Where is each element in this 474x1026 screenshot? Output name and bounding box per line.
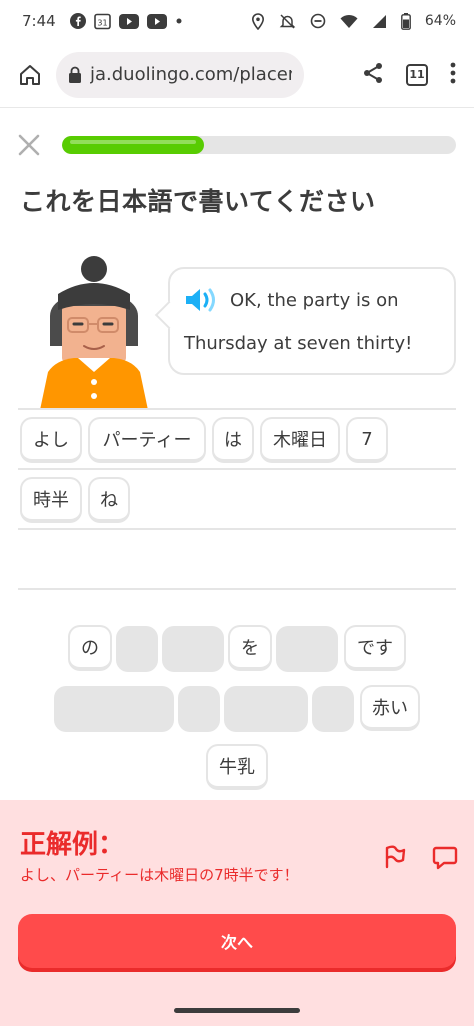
- mute-icon: [279, 13, 296, 30]
- answer-tile[interactable]: 時半: [20, 477, 82, 523]
- dot-icon: [175, 17, 183, 25]
- word-bank-empty-slot: [116, 626, 158, 672]
- gesture-nav-bar[interactable]: [174, 1008, 300, 1013]
- feedback-panel: 正解例： よし、パーティーは木曜日の7時半です！ 次へ: [0, 800, 474, 1026]
- speech-text-line2: Thursday at seven thirty!: [184, 333, 413, 354]
- answer-line: [18, 528, 456, 530]
- answer-area: よし パーティー は 木曜日 7 時半 ね: [18, 408, 456, 590]
- feedback-title: 正解例：: [20, 830, 125, 860]
- word-bank-tile[interactable]: です: [344, 625, 406, 671]
- dnd-icon: [310, 13, 326, 29]
- next-button[interactable]: 次へ: [18, 914, 456, 968]
- answer-line: [18, 408, 456, 410]
- answer-line: [18, 588, 456, 590]
- home-button[interactable]: [12, 57, 48, 93]
- close-icon: [18, 134, 40, 156]
- wifi-icon: [340, 14, 358, 29]
- speech-text-line1: OK, the party is on: [230, 289, 399, 311]
- word-bank-empty-slot: [178, 686, 220, 732]
- address-bar[interactable]: ja.duolingo.com/placem: [56, 51, 304, 98]
- svg-text:31: 31: [97, 18, 107, 27]
- lock-icon: [68, 66, 82, 84]
- word-bank-empty-slot: [224, 686, 308, 732]
- battery-percent: 64%: [424, 13, 456, 29]
- word-bank-tile[interactable]: 赤い: [360, 685, 420, 731]
- word-bank-tile[interactable]: 牛乳: [206, 744, 268, 790]
- browser-toolbar: ja.duolingo.com/placem 11: [0, 42, 474, 108]
- character-illustration: [34, 254, 156, 410]
- home-icon: [20, 64, 40, 85]
- discuss-button[interactable]: [432, 844, 458, 874]
- report-button[interactable]: [382, 844, 408, 874]
- url-text: ja.duolingo.com/placem: [90, 64, 292, 85]
- answer-tile[interactable]: 7: [346, 417, 388, 463]
- share-button[interactable]: [362, 62, 384, 88]
- facebook-icon: [69, 13, 86, 29]
- comment-icon: [432, 846, 458, 870]
- word-bank-empty-slot: [54, 686, 174, 732]
- speaker-icon[interactable]: [184, 286, 218, 314]
- youtube-icon: [118, 13, 139, 29]
- tab-switcher-button[interactable]: 11: [406, 63, 428, 86]
- battery-icon: [400, 12, 411, 30]
- prompt-title: これを日本語で書いてください: [20, 187, 376, 216]
- word-bank-tile[interactable]: を: [228, 625, 272, 671]
- word-bank-tile[interactable]: の: [68, 625, 112, 671]
- share-icon: [364, 62, 382, 83]
- speech-bubble: OK, the party is on Thursday at seven th…: [168, 267, 456, 375]
- more-vert-icon: [450, 62, 456, 83]
- answer-tile[interactable]: よし: [20, 417, 82, 463]
- overflow-menu-button[interactable]: [450, 62, 456, 88]
- status-bar: 7:44 31 64%: [0, 0, 474, 42]
- flag-icon: [385, 845, 406, 869]
- calendar-icon: 31: [93, 13, 111, 30]
- signal-icon: [372, 14, 387, 29]
- location-icon: [251, 12, 265, 30]
- status-time: 7:44: [22, 12, 56, 30]
- answer-tile[interactable]: は: [212, 417, 254, 463]
- lesson-progress-bar: [62, 136, 456, 154]
- lesson-progress-fill: [62, 136, 204, 154]
- correct-answer-text: よし、パーティーは木曜日の7時半です！: [20, 866, 299, 884]
- answer-tile[interactable]: パーティー: [88, 417, 206, 463]
- word-bank-empty-slot: [312, 686, 354, 732]
- close-lesson-button[interactable]: [16, 132, 42, 158]
- youtube-icon: [146, 13, 167, 29]
- answer-tile[interactable]: 木曜日: [260, 417, 340, 463]
- answer-tile[interactable]: ね: [88, 477, 130, 523]
- word-bank-empty-slot: [162, 626, 224, 672]
- word-bank-empty-slot: [276, 626, 338, 672]
- answer-line: [18, 468, 456, 470]
